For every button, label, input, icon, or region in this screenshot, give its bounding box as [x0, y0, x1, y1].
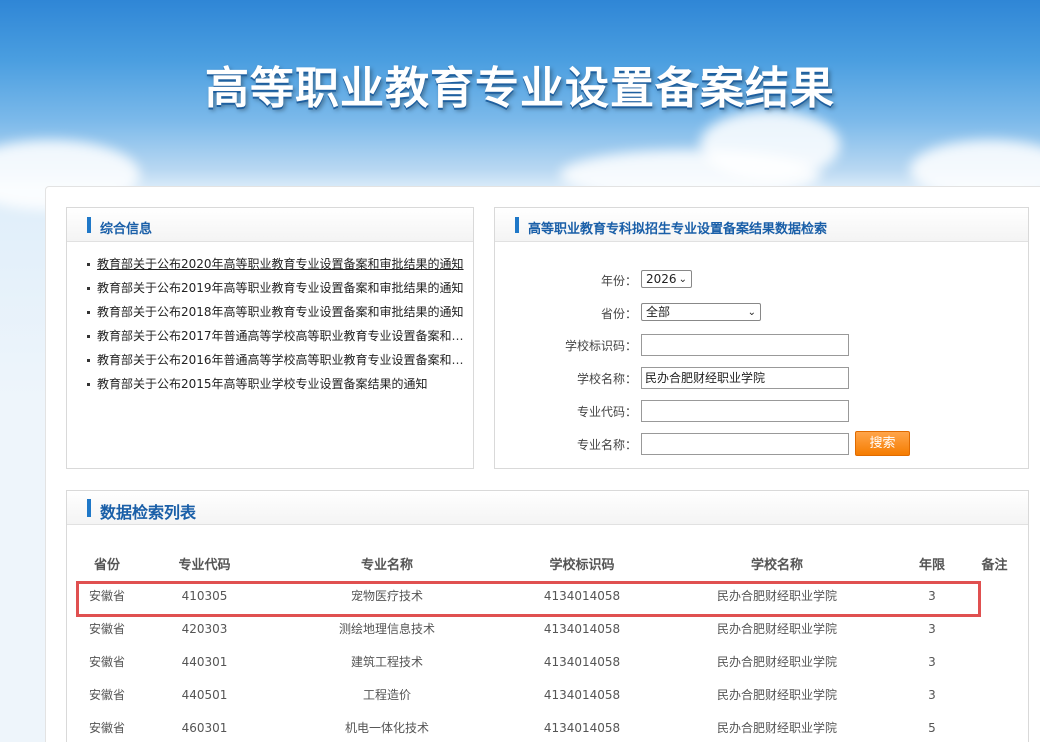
school-code-label: 学校标识码： [564, 339, 637, 353]
header-accent-bar [515, 217, 519, 233]
table-cell: 机电一体化技术 [344, 721, 429, 735]
search-panel-header: 高等职业教育专科拟招生专业设置备案结果数据检索 [495, 208, 1028, 242]
column-header: 学校名称 [750, 557, 803, 573]
news-link[interactable]: 教育部关于公布2017年普通高等学校高等职业教育专业设置备案和审… [97, 329, 472, 343]
table-row: 安徽省 460301 机电一体化技术 4134014058 民办合肥财经职业学院… [67, 711, 1027, 742]
news-panel-header: 综合信息 [67, 208, 473, 242]
column-header: 专业名称 [360, 557, 413, 573]
province-row: 省份： [495, 303, 637, 327]
major-name-input[interactable] [641, 433, 849, 455]
table-cell: 3 [928, 687, 936, 702]
news-link[interactable]: 教育部关于公布2018年高等职业教育专业设置备案和审批结果的通知 [97, 305, 464, 319]
header-accent-bar [87, 217, 91, 233]
chevron-down-icon: ⌄ [678, 274, 687, 285]
school-code-input[interactable] [641, 334, 849, 356]
year-label: 年份： [600, 274, 637, 288]
chevron-down-icon: ⌄ [747, 307, 756, 318]
year-select[interactable]: 2026 ⌄ [641, 270, 692, 288]
results-table: 省份 专业代码 专业名称 学校标识码 学校名称 年限 备注 安徽省 410305… [67, 547, 1027, 742]
news-link[interactable]: 教育部关于公布2015年高等职业学校专业设置备案结果的通知 [97, 377, 428, 391]
table-cell: 民办合肥财经职业学院 [716, 721, 837, 735]
table-cell: 460301 [181, 720, 228, 735]
news-item[interactable]: 教育部关于公布2019年高等职业教育专业设置备案和审批结果的通知 [87, 276, 472, 300]
table-cell [962, 678, 1027, 711]
table-cell [962, 711, 1027, 742]
province-select[interactable]: 全部 ⌄ [641, 303, 761, 321]
news-item[interactable]: 教育部关于公布2016年普通高等学校高等职业教育专业设置备案和审… [87, 348, 472, 372]
results-panel-title: 数据检索列表 [100, 503, 197, 522]
news-item[interactable]: 教育部关于公布2018年高等职业教育专业设置备案和审批结果的通知 [87, 300, 472, 324]
year-select-value: 2026 [646, 272, 677, 286]
news-item[interactable]: 教育部关于公布2020年高等职业教育专业设置备案和审批结果的通知 [87, 252, 472, 276]
cloud-decoration [700, 110, 840, 180]
table-row: 安徽省 440501 工程造价 4134014058 民办合肥财经职业学院 3 [67, 678, 1027, 711]
major-code-label: 专业代码： [576, 405, 637, 419]
table-row: 安徽省 440301 建筑工程技术 4134014058 民办合肥财经职业学院 … [67, 645, 1027, 678]
highlight-box [76, 581, 981, 617]
news-panel: 综合信息 教育部关于公布2020年高等职业教育专业设置备案和审批结果的通知 教育… [66, 207, 474, 469]
table-cell: 4134014058 [543, 687, 621, 702]
news-list: 教育部关于公布2020年高等职业教育专业设置备案和审批结果的通知 教育部关于公布… [67, 242, 473, 396]
school-name-row: 学校名称： [495, 368, 637, 392]
school-code-row: 学校标识码： [495, 335, 637, 359]
table-cell: 民办合肥财经职业学院 [716, 655, 837, 669]
table-cell: 安徽省 [88, 688, 125, 702]
main-container: 综合信息 教育部关于公布2020年高等职业教育专业设置备案和审批结果的通知 教育… [45, 186, 1040, 742]
province-select-value: 全部 [646, 305, 671, 319]
major-code-row: 专业代码： [495, 401, 637, 425]
table-cell: 4134014058 [543, 654, 621, 669]
table-cell: 安徽省 [88, 655, 125, 669]
table-cell: 440501 [181, 687, 228, 702]
search-panel: 高等职业教育专科拟招生专业设置备案结果数据检索 年份： 2026 ⌄ 省份： 全… [494, 207, 1029, 469]
news-link[interactable]: 教育部关于公布2019年高等职业教育专业设置备案和审批结果的通知 [97, 281, 464, 295]
table-cell: 民办合肥财经职业学院 [716, 688, 837, 702]
results-panel: 数据检索列表 省份 专业代码 专业名称 学校标识码 学校名称 年限 备注 安徽省… [66, 490, 1029, 742]
column-header: 专业代码 [178, 557, 231, 573]
table-cell [962, 645, 1027, 678]
page-title: 高等职业教育专业设置备案结果 [205, 63, 835, 114]
results-panel-header: 数据检索列表 [67, 491, 1028, 525]
news-panel-title: 综合信息 [100, 222, 153, 237]
major-name-label: 专业名称： [576, 438, 637, 452]
search-button[interactable]: 搜索 [855, 431, 910, 456]
table-cell: 工程造价 [362, 688, 411, 702]
column-header: 备注 [981, 557, 1008, 573]
table-header-row: 省份 专业代码 专业名称 学校标识码 学校名称 年限 备注 [67, 547, 1027, 579]
news-item[interactable]: 教育部关于公布2015年高等职业学校专业设置备案结果的通知 [87, 372, 472, 396]
table-cell: 建筑工程技术 [350, 655, 423, 669]
header-accent-bar [87, 499, 91, 517]
column-header: 学校标识码 [549, 557, 615, 573]
search-panel-title: 高等职业教育专科拟招生专业设置备案结果数据检索 [528, 222, 828, 237]
province-label: 省份： [600, 307, 637, 321]
table-cell: 安徽省 [88, 721, 125, 735]
table-cell: 5 [928, 720, 936, 735]
news-link[interactable]: 教育部关于公布2016年普通高等学校高等职业教育专业设置备案和审… [97, 353, 472, 367]
news-link[interactable]: 教育部关于公布2020年高等职业教育专业设置备案和审批结果的通知 [97, 257, 464, 271]
major-name-row: 专业名称： [495, 434, 637, 458]
table-cell: 440301 [181, 654, 228, 669]
school-name-label: 学校名称： [576, 372, 637, 386]
table-cell: 3 [928, 654, 936, 669]
column-header: 省份 [93, 557, 120, 573]
table-cell: 4134014058 [543, 720, 621, 735]
school-name-input[interactable]: 民办合肥财经职业学院 [641, 367, 849, 389]
news-item[interactable]: 教育部关于公布2017年普通高等学校高等职业教育专业设置备案和审… [87, 324, 472, 348]
major-code-input[interactable] [641, 400, 849, 422]
column-header: 年限 [918, 557, 945, 573]
year-row: 年份： [495, 270, 637, 294]
